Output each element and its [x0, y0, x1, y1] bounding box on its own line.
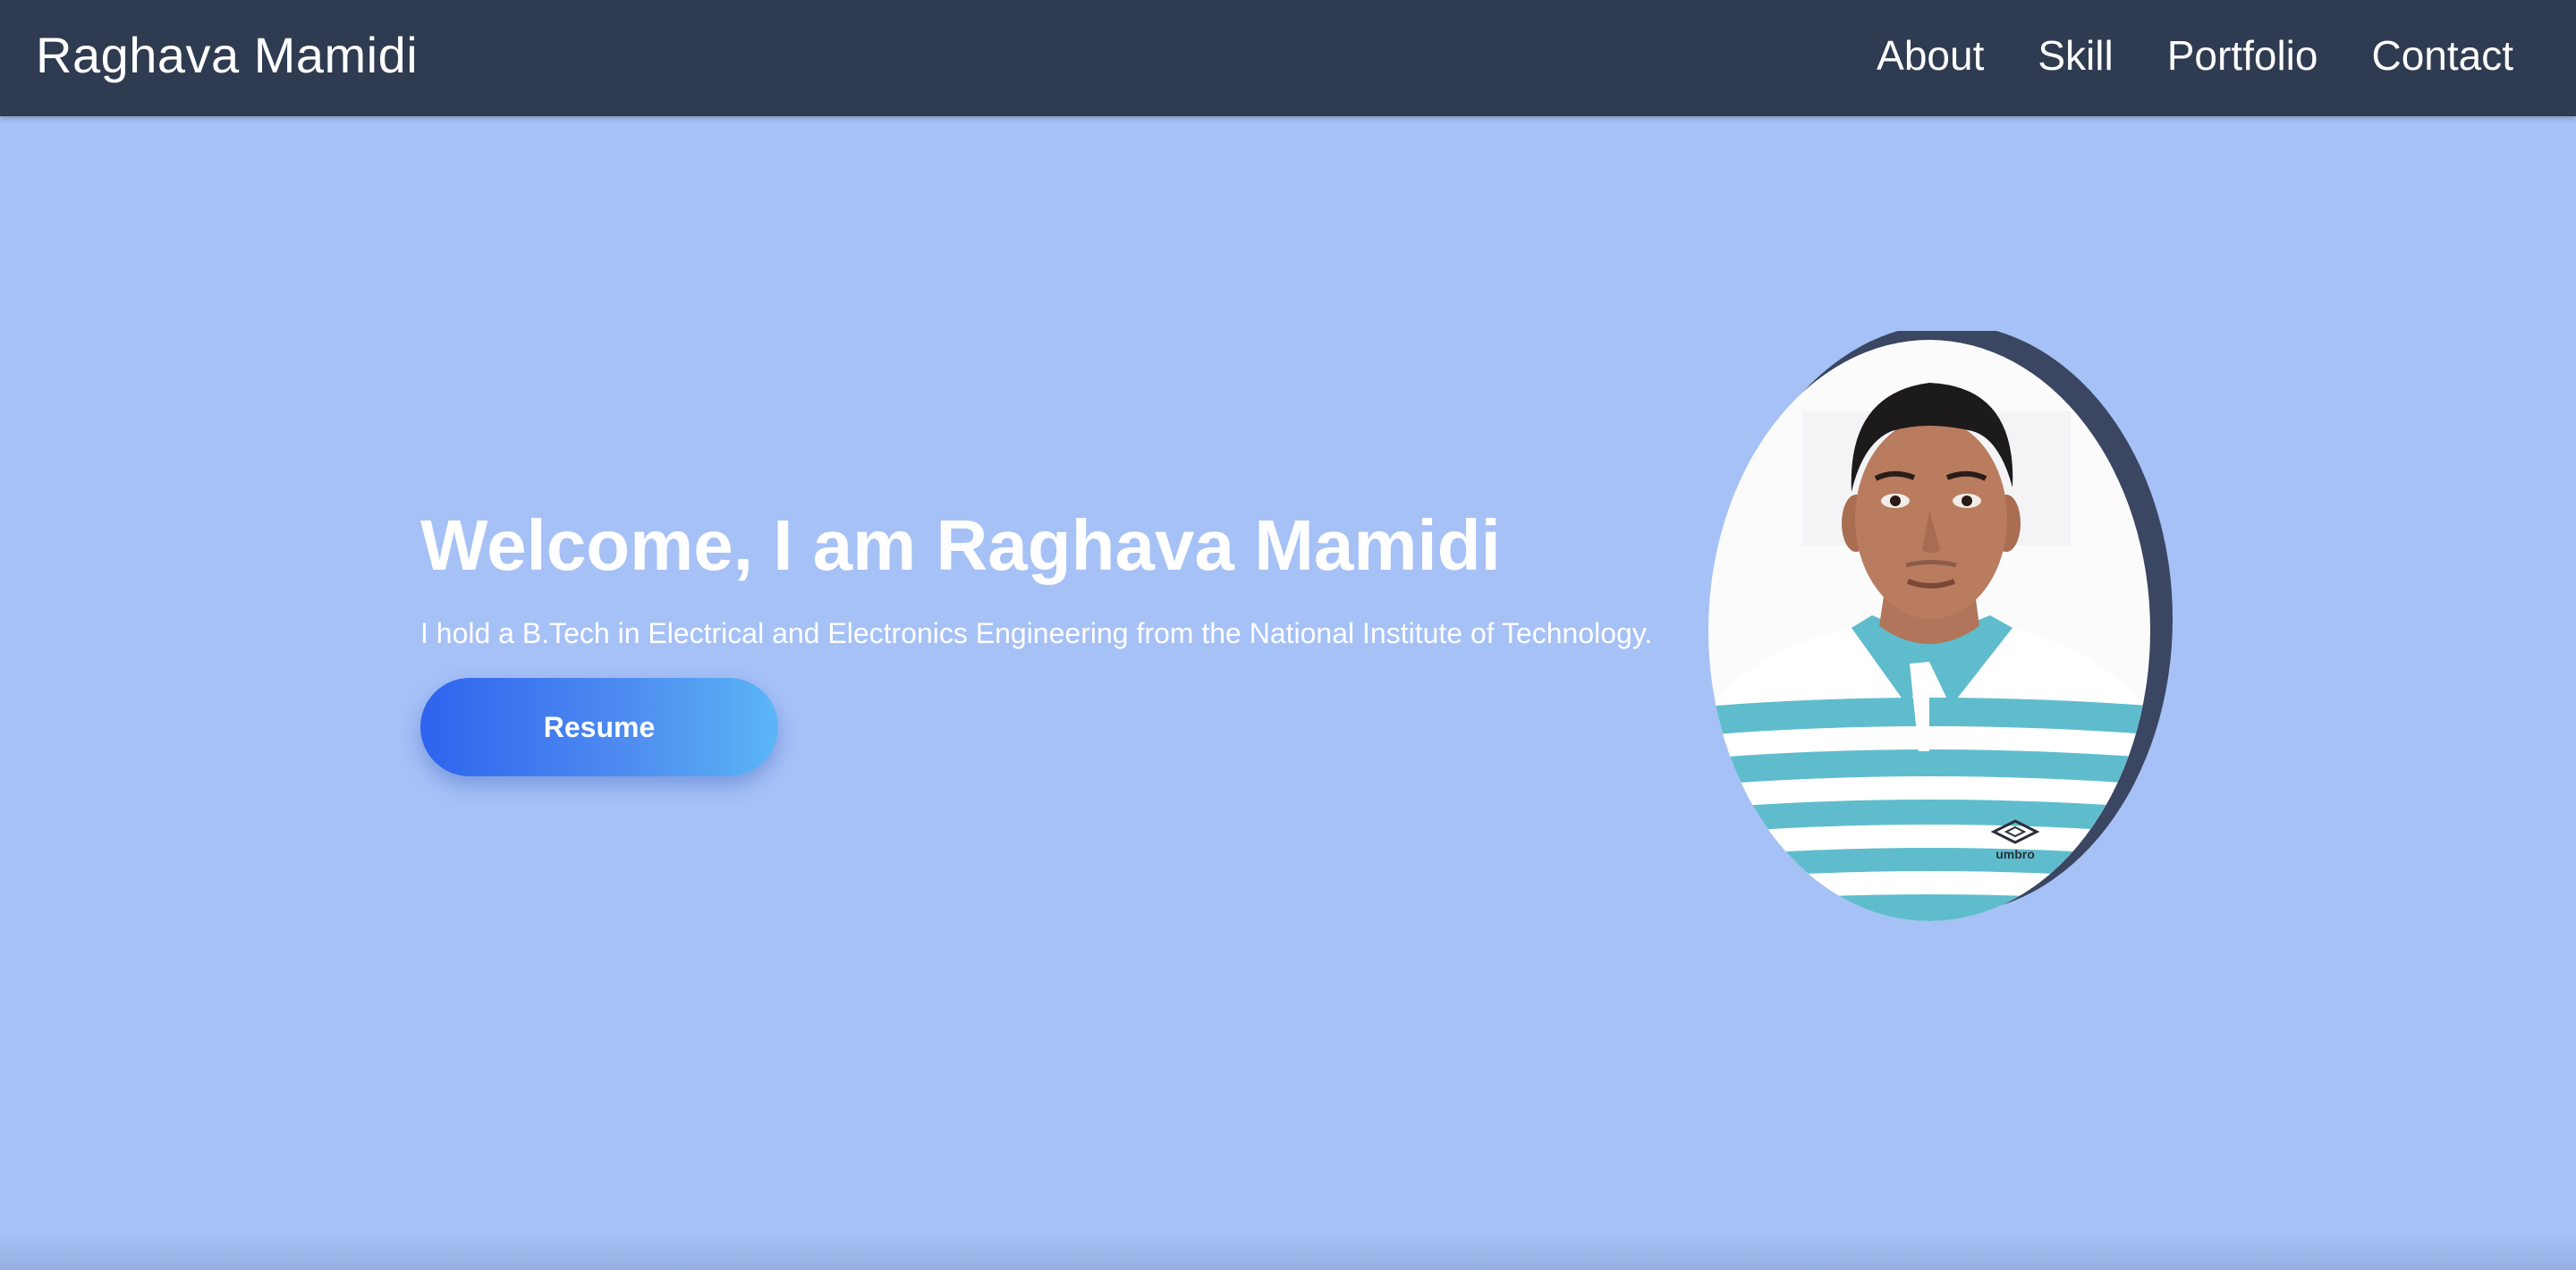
nav-link-portfolio[interactable]: Portfolio — [2167, 30, 2318, 80]
nav-menu: About Skill Portfolio Contact — [1877, 30, 2513, 80]
nav-link-about[interactable]: About — [1877, 30, 1984, 80]
hero-title: Welcome, I am Raghava Mamidi — [420, 505, 1501, 585]
site-brand[interactable]: Raghava Mamidi — [36, 27, 418, 84]
resume-button[interactable]: Resume — [420, 678, 778, 776]
shirt-logo-text: umbro — [1996, 847, 2035, 861]
navbar: Raghava Mamidi About Skill Portfolio Con… — [0, 0, 2576, 116]
profile-photo: umbro — [1704, 331, 2178, 930]
profile-photo-image: umbro — [1708, 331, 2173, 921]
section-divider — [0, 1234, 2576, 1270]
hero-subtitle: I hold a B.Tech in Electrical and Electr… — [420, 617, 1653, 649]
nav-link-skill[interactable]: Skill — [2038, 30, 2113, 80]
nav-link-contact[interactable]: Contact — [2371, 30, 2513, 80]
